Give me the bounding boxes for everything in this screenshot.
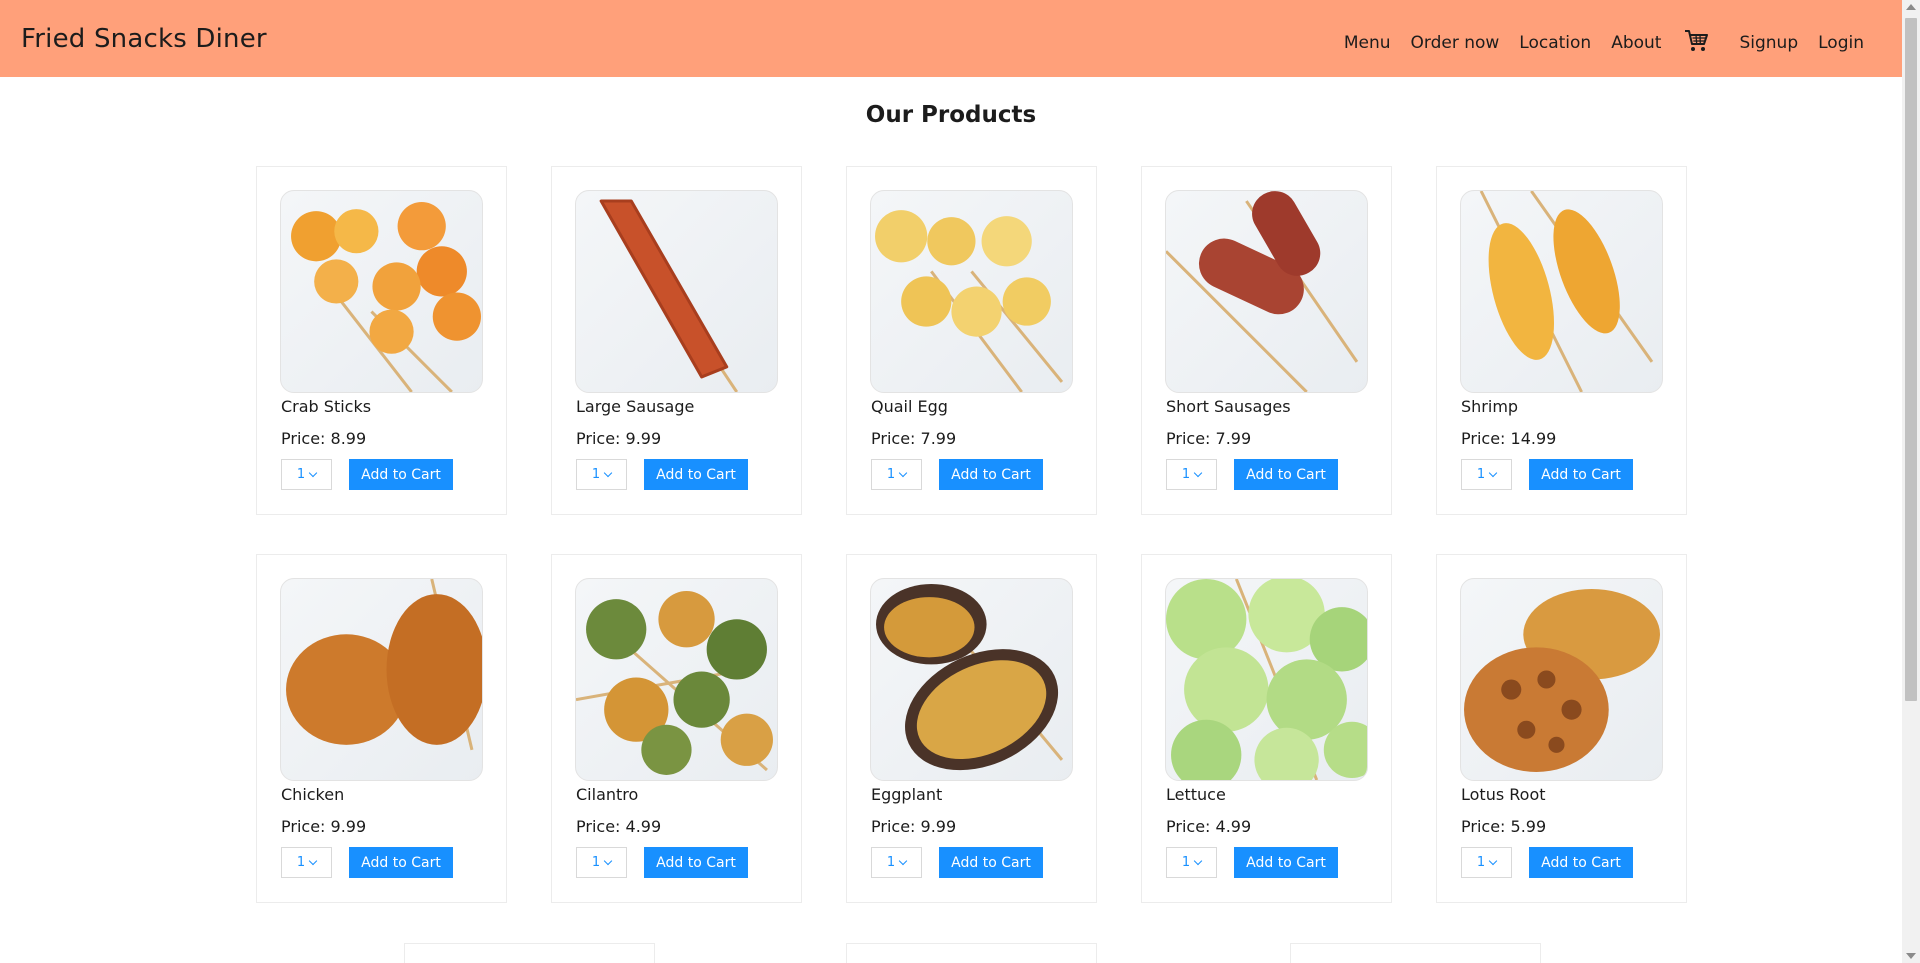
add-to-cart-button[interactable]: Add to Cart [1234,847,1338,878]
product-price: Price: 4.99 [1166,817,1252,836]
product-image-short-sausages [1165,190,1368,393]
add-to-cart-button[interactable]: Add to Cart [349,459,453,490]
page-title: Our Products [865,102,1037,128]
product-name: Quail Egg [871,397,948,416]
add-to-cart-button[interactable]: Add to Cart [1529,459,1633,490]
product-card-partial [404,943,655,963]
chevron-down-icon [898,856,908,865]
product-name: Shrimp [1461,397,1519,416]
product-card: Crab Sticks Price: 8.99 1 Add to Cart [256,166,507,515]
chevron-down-icon [603,856,613,865]
quantity-select[interactable]: 1 [871,847,922,878]
quantity-select[interactable]: 1 [871,459,922,490]
add-to-cart-button[interactable]: Add to Cart [644,459,748,490]
chevron-down-icon [1488,468,1498,477]
product-name: Eggplant [871,785,943,804]
product-price: Price: 5.99 [1461,817,1547,836]
product-name: Short Sausages [1166,397,1291,416]
product-image-cilantro [575,578,778,781]
product-price: Price: 9.99 [871,817,957,836]
quantity-select[interactable]: 1 [1166,847,1217,878]
product-card: Shrimp Price: 14.99 1 Add to Cart [1436,166,1687,515]
chevron-down-icon [1193,856,1203,865]
chevron-down-icon [1193,468,1203,477]
product-price: Price: 14.99 [1461,429,1557,448]
product-card: Short Sausages Price: 7.99 1 Add to Cart [1141,166,1392,515]
add-to-cart-button[interactable]: Add to Cart [644,847,748,878]
nav-order-now[interactable]: Order now [1411,33,1500,53]
product-card: Eggplant Price: 9.99 1 Add to Cart [846,554,1097,903]
chevron-down-icon [308,468,318,477]
nav-login[interactable]: Login [1818,33,1864,53]
nav-signup[interactable]: Signup [1739,33,1798,53]
quantity-select[interactable]: 1 [1166,459,1217,490]
product-price: Price: 4.99 [576,817,662,836]
product-price: Price: 8.99 [281,429,367,448]
product-image-large-sausage [575,190,778,393]
product-image-lettuce [1165,578,1368,781]
product-price: Price: 9.99 [576,429,662,448]
nav-menu[interactable]: Menu [1344,33,1391,53]
shopping-cart-icon[interactable] [1683,28,1709,54]
add-to-cart-button[interactable]: Add to Cart [1529,847,1633,878]
site-brand[interactable]: Fried Snacks Diner [21,24,267,54]
add-to-cart-button[interactable]: Add to Cart [939,847,1043,878]
product-image-chicken [280,578,483,781]
quantity-select[interactable]: 1 [1461,847,1512,878]
product-price: Price: 7.99 [871,429,957,448]
scroll-up-arrow-icon[interactable] [1906,4,1916,10]
add-to-cart-button[interactable]: Add to Cart [349,847,453,878]
product-name: Crab Sticks [281,397,372,416]
add-to-cart-button[interactable]: Add to Cart [939,459,1043,490]
quantity-select[interactable]: 1 [576,459,627,490]
scroll-down-arrow-icon[interactable] [1906,953,1916,959]
quantity-select[interactable]: 1 [281,459,332,490]
product-price: Price: 9.99 [281,817,367,836]
quantity-select[interactable]: 1 [576,847,627,878]
product-image-lotus-root [1460,578,1663,781]
product-name: Chicken [281,785,345,804]
chevron-down-icon [603,468,613,477]
product-name: Lettuce [1166,785,1226,804]
product-card-partial [1290,943,1541,963]
quantity-select[interactable]: 1 [1461,459,1512,490]
product-image-quail-egg [870,190,1073,393]
product-card: Cilantro Price: 4.99 1 Add to Cart [551,554,802,903]
page-scrollbar[interactable] [1902,0,1920,963]
scroll-thumb[interactable] [1905,18,1917,701]
chevron-down-icon [1488,856,1498,865]
product-image-shrimp [1460,190,1663,393]
product-card: Large Sausage Price: 9.99 1 Add to Cart [551,166,802,515]
product-card: Lettuce Price: 4.99 1 Add to Cart [1141,554,1392,903]
add-to-cart-button[interactable]: Add to Cart [1234,459,1338,490]
quantity-select[interactable]: 1 [281,847,332,878]
product-name: Large Sausage [576,397,695,416]
top-navbar: Fried Snacks Diner Menu Order now Locati… [0,0,1902,77]
product-price: Price: 7.99 [1166,429,1252,448]
product-image-crab-sticks [280,190,483,393]
nav-about[interactable]: About [1611,33,1661,53]
product-card: Chicken Price: 9.99 1 Add to Cart [256,554,507,903]
nav-links: Menu Order now Location About Signup Log… [1324,30,1864,54]
product-image-eggplant [870,578,1073,781]
product-name: Cilantro [576,785,639,804]
product-card-partial [846,943,1097,963]
chevron-down-icon [898,468,908,477]
nav-location[interactable]: Location [1519,33,1591,53]
chevron-down-icon [308,856,318,865]
product-card: Lotus Root Price: 5.99 1 Add to Cart [1436,554,1687,903]
product-card: Quail Egg Price: 7.99 1 Add to Cart [846,166,1097,515]
product-name: Lotus Root [1461,785,1546,804]
